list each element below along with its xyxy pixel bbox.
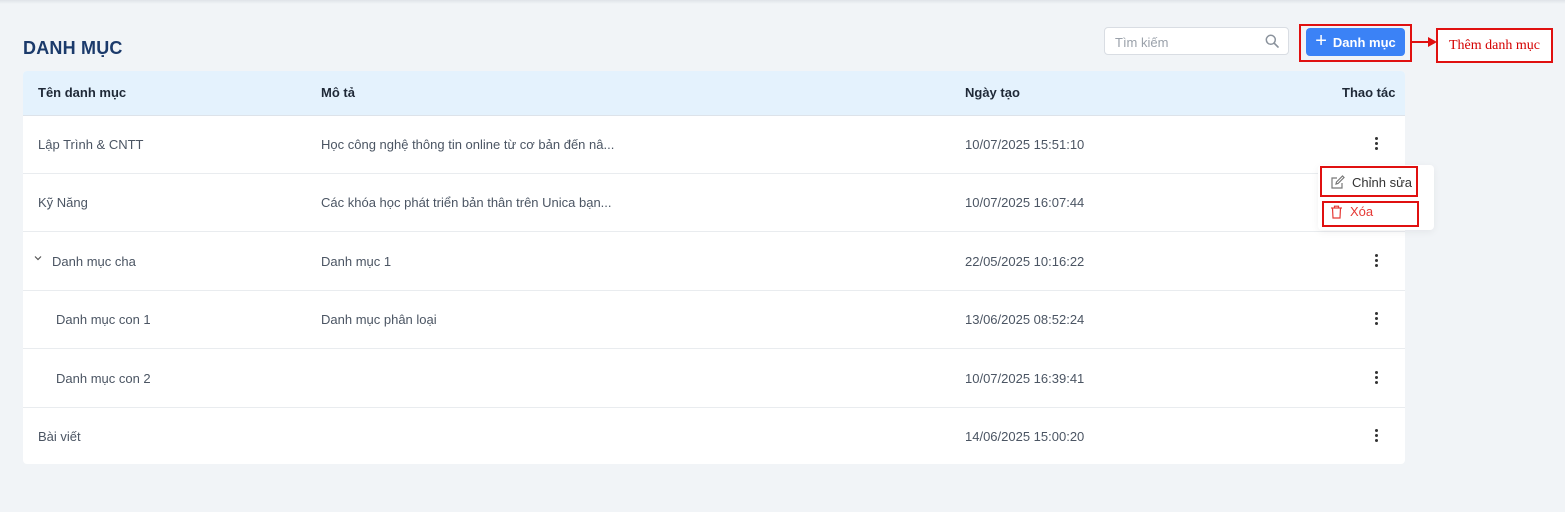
col-header-actions: Thao tác bbox=[1342, 85, 1396, 100]
annotation-highlight-add bbox=[1299, 24, 1412, 62]
table-row: Lập Trình & CNTT Học công nghệ thông tin… bbox=[23, 115, 1405, 174]
row-name: Danh mục con 2 bbox=[56, 371, 151, 386]
row-desc: Danh mục 1 bbox=[321, 254, 392, 269]
row-date: 10/07/2025 15:51:10 bbox=[965, 137, 1085, 152]
search-box[interactable] bbox=[1104, 27, 1289, 55]
search-input[interactable] bbox=[1113, 31, 1262, 53]
row-date: 10/07/2025 16:07:44 bbox=[965, 195, 1085, 210]
table-row: Danh mục con 1 Danh mục phân loại 13/06/… bbox=[23, 290, 1405, 349]
chevron-down-icon[interactable] bbox=[34, 254, 42, 262]
annotation-arrow-icon bbox=[1410, 37, 1437, 47]
category-table: Tên danh mục Mô tả Ngày tạo Thao tác Lập… bbox=[23, 71, 1405, 464]
row-date: 13/06/2025 08:52:24 bbox=[965, 312, 1085, 327]
annotation-label-add: Thêm danh mục bbox=[1436, 28, 1553, 63]
more-actions-icon[interactable] bbox=[1372, 428, 1380, 444]
more-actions-icon[interactable] bbox=[1372, 253, 1380, 269]
row-desc: Các khóa học phát triển bản thân trên Un… bbox=[321, 195, 612, 210]
more-actions-icon[interactable] bbox=[1372, 370, 1380, 386]
more-actions-icon[interactable] bbox=[1372, 136, 1380, 152]
top-shadow bbox=[0, 0, 1565, 4]
row-name: Bài viết bbox=[38, 429, 81, 444]
col-header-date: Ngày tạo bbox=[965, 85, 1020, 100]
table-row: Bài viết 14/06/2025 15:00:20 bbox=[23, 407, 1405, 464]
row-name: Kỹ Năng bbox=[38, 195, 88, 210]
table-header: Tên danh mục Mô tả Ngày tạo Thao tác bbox=[23, 71, 1405, 116]
row-name: Danh mục con 1 bbox=[56, 312, 151, 327]
col-header-name: Tên danh mục bbox=[38, 85, 127, 100]
row-name: Lập Trình & CNTT bbox=[38, 137, 144, 152]
table-row: Kỹ Năng Các khóa học phát triển bản thân… bbox=[23, 173, 1405, 232]
more-actions-icon[interactable] bbox=[1372, 311, 1380, 327]
row-date: 14/06/2025 15:00:20 bbox=[965, 429, 1085, 444]
row-desc: Danh mục phân loại bbox=[321, 312, 437, 327]
col-header-desc: Mô tả bbox=[321, 85, 355, 100]
page-title: DANH MỤC bbox=[23, 38, 123, 58]
annotation-highlight-delete bbox=[1322, 201, 1419, 227]
row-date: 10/07/2025 16:39:41 bbox=[965, 371, 1085, 386]
annotation-highlight-edit bbox=[1320, 166, 1418, 197]
search-icon[interactable] bbox=[1265, 34, 1279, 48]
table-row: Danh mục con 2 10/07/2025 16:39:41 bbox=[23, 349, 1405, 408]
row-date: 22/05/2025 10:16:22 bbox=[965, 254, 1085, 269]
row-name: Danh mục cha bbox=[52, 254, 136, 269]
table-row[interactable]: Danh mục cha Danh mục 1 22/05/2025 10:16… bbox=[23, 232, 1405, 291]
row-desc: Học công nghệ thông tin online từ cơ bản… bbox=[321, 137, 615, 152]
